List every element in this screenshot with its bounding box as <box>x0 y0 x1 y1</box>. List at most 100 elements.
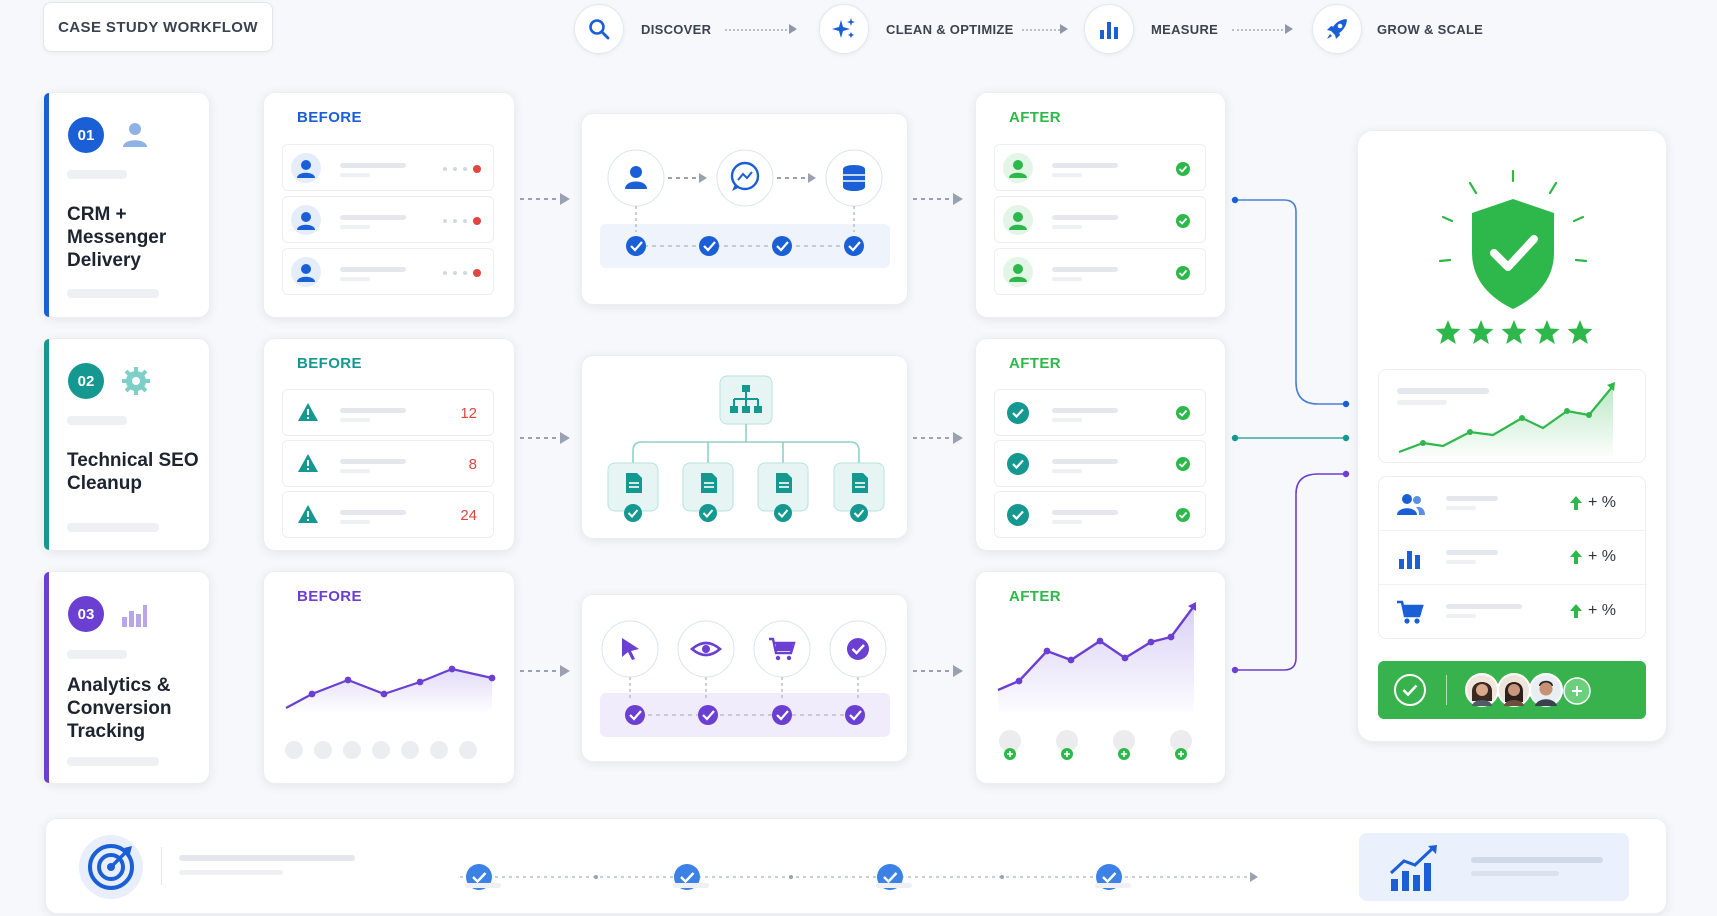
check-icon <box>1176 457 1190 471</box>
case-card-03[interactable]: 03 Analytics & Conversion Tracking <box>43 571 210 784</box>
add-member-icon[interactable] <box>1563 677 1591 705</box>
case-number-badge: 03 <box>68 596 104 632</box>
check-icon <box>772 236 792 256</box>
placeholder-bar <box>673 883 709 888</box>
before-card-analytics: BEFORE <box>263 571 515 784</box>
issue-row: 12 <box>282 389 494 436</box>
case-card-02[interactable]: 02 Technical SEO Cleanup <box>43 338 210 551</box>
flow-arrow <box>520 432 570 444</box>
user-avatar-icon <box>1003 205 1033 235</box>
issue-count: 24 <box>460 507 477 524</box>
sitemap-icon <box>719 375 773 425</box>
placeholder-bar <box>67 416 127 425</box>
metric-row: + % <box>1379 477 1647 531</box>
case-title: CRM + Messenger Delivery <box>67 204 167 271</box>
status-dots <box>443 165 481 173</box>
check-circle-icon <box>1007 402 1029 424</box>
page-icon <box>833 462 885 522</box>
arrow-up-icon <box>1570 496 1582 510</box>
metric-change: + % <box>1588 602 1617 619</box>
arrow-right-icon <box>1060 24 1068 34</box>
flow-arrow <box>913 665 963 677</box>
avatar <box>1497 673 1531 707</box>
placeholder-bar <box>1446 496 1498 501</box>
crm-pipeline-diagram <box>600 149 890 268</box>
team-approved-bar[interactable] <box>1378 661 1646 719</box>
after-label: AFTER <box>1009 355 1061 372</box>
case-accent <box>44 572 49 783</box>
growth-line-icon <box>1398 382 1615 456</box>
cursor-icon <box>601 620 659 678</box>
placeholder-bar <box>1052 459 1118 464</box>
user-avatar-icon <box>291 153 321 183</box>
placeholder-bar <box>340 418 370 422</box>
flow-arrow <box>913 432 963 444</box>
users-icon <box>1397 494 1425 515</box>
search-icon[interactable] <box>574 4 624 54</box>
after-card-crm: AFTER <box>975 92 1226 318</box>
placeholder-bar <box>340 408 406 413</box>
placeholder-bar <box>1095 883 1131 888</box>
placeholder-bar <box>340 163 406 168</box>
rocket-icon[interactable] <box>1312 4 1362 54</box>
before-label: BEFORE <box>297 355 362 372</box>
placeholder-bar <box>340 469 370 473</box>
after-label: AFTER <box>1009 109 1061 126</box>
placeholder-bar <box>1052 469 1082 473</box>
flow-arrow <box>520 665 570 677</box>
placeholder-bar <box>1052 267 1118 272</box>
step-label-measure: MEASURE <box>1151 22 1219 37</box>
process-card-seo <box>581 355 908 539</box>
gear-icon <box>122 367 150 395</box>
before-card-seo: BEFORE 12 8 24 <box>263 338 515 551</box>
growth-trend-chart <box>997 602 1196 760</box>
fixed-row <box>994 389 1206 436</box>
eye-icon <box>677 620 735 678</box>
rating-stars <box>1435 320 1593 344</box>
status-dots <box>443 217 481 225</box>
contact-row <box>282 144 494 191</box>
arrow-up-icon <box>1570 604 1582 618</box>
growth-chart-icon <box>1389 845 1437 891</box>
results-connectors <box>1231 196 1350 674</box>
check-icon <box>699 236 719 256</box>
case-card-01[interactable]: 01 CRM + Messenger Delivery <box>43 92 210 318</box>
user-icon <box>123 123 147 147</box>
issue-row: 24 <box>282 491 494 538</box>
placeholder-bar <box>179 870 283 875</box>
placeholder-bar <box>1446 560 1476 564</box>
bar-chart-icon[interactable] <box>1084 4 1134 54</box>
contact-row <box>282 196 494 243</box>
flow-arrow <box>520 193 570 205</box>
case-number-badge: 01 <box>68 117 104 153</box>
placeholder-bar <box>1052 225 1082 229</box>
check-icon <box>1176 406 1190 420</box>
placeholder-bar <box>340 520 370 524</box>
check-icon <box>844 236 864 256</box>
fixed-row <box>994 440 1206 487</box>
placeholder-bar <box>67 757 159 766</box>
page-icon <box>607 462 659 522</box>
arrow-right-icon <box>1285 24 1293 34</box>
user-avatar-icon <box>291 205 321 235</box>
check-circle-icon <box>1007 504 1029 526</box>
check-circle-icon <box>1394 674 1426 706</box>
after-card-seo: AFTER <box>975 338 1226 551</box>
status-dots <box>443 269 481 277</box>
check-icon <box>1176 162 1190 176</box>
placeholder-bar <box>340 215 406 220</box>
placeholder-bar <box>1446 550 1498 555</box>
warning-icon <box>298 403 318 421</box>
placeholder-bar <box>1052 510 1118 515</box>
case-title: Technical SEO Cleanup <box>67 450 199 494</box>
growth-chart-card <box>1378 369 1646 463</box>
check-icon <box>829 620 887 678</box>
target-icon <box>79 835 143 899</box>
case-accent <box>44 93 49 317</box>
placeholder-bar <box>67 170 127 179</box>
placeholder-bar <box>1052 408 1118 413</box>
placeholder-bar <box>1446 506 1476 510</box>
warning-icon <box>298 505 318 523</box>
sparkles-icon[interactable] <box>819 4 869 54</box>
growth-summary-card <box>1359 833 1629 901</box>
